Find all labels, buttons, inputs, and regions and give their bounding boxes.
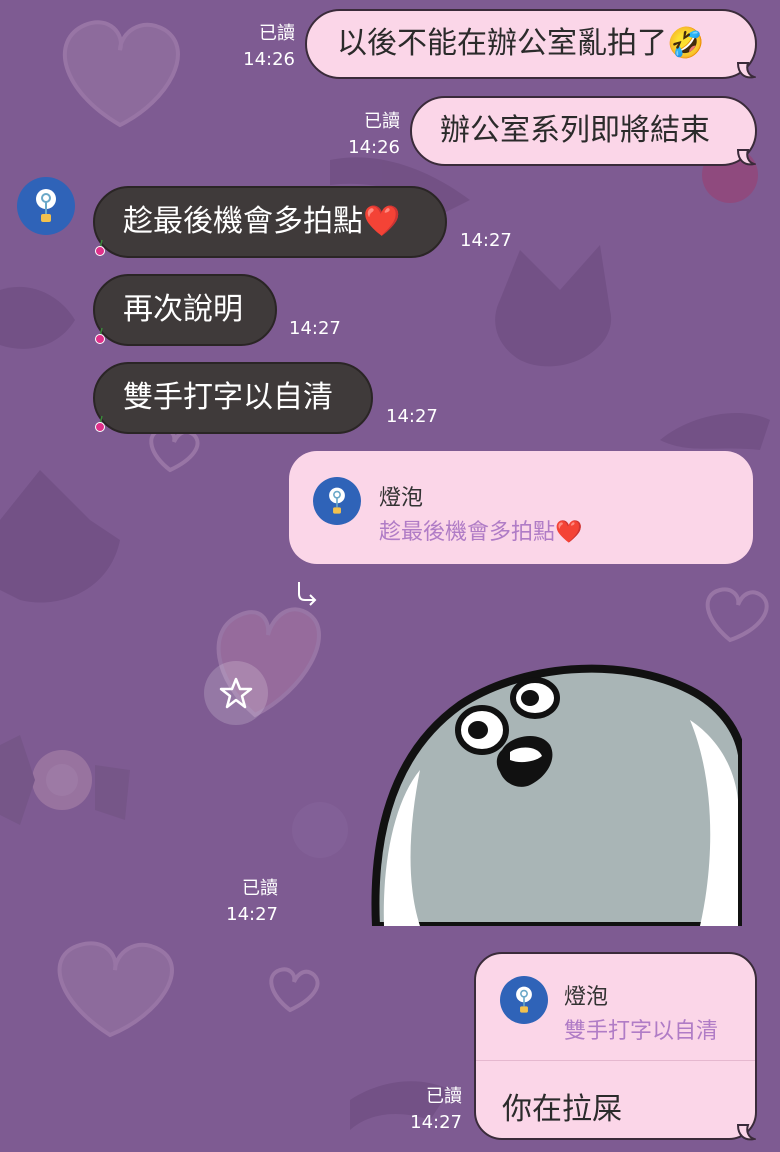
message-time: 14:27 (410, 1112, 462, 1133)
bubble-tail-icon (736, 62, 756, 79)
message-time: 14:27 (386, 406, 438, 427)
message-time: 14:27 (460, 230, 512, 251)
message-text: 雙手打字以自清 (123, 380, 333, 415)
message-time: 14:26 (348, 137, 400, 158)
message-text: 辦公室系列即將結束 (440, 113, 710, 148)
incoming-message-bubble[interactable]: 趁最後機會多拍點❤️ (93, 186, 447, 258)
reply-quote-card[interactable]: 燈泡 趁最後機會多拍點❤️ (289, 451, 753, 564)
incoming-message-bubble[interactable]: 再次說明 (93, 274, 277, 346)
read-receipt: 已讀 14:26 (215, 21, 295, 73)
lightbulb-icon (329, 487, 345, 514)
message-text: 你在拉屎 (502, 1092, 622, 1127)
read-receipt: 已讀 14:26 (320, 109, 400, 161)
cherry-icon (95, 415, 105, 432)
contact-avatar[interactable] (17, 177, 75, 235)
message-text: 再次說明 (123, 292, 243, 327)
quoted-sender: 燈泡 (379, 486, 424, 511)
message-time: 14:27 (289, 318, 341, 339)
message-text: 趁最後機會多拍點❤️ (123, 204, 401, 239)
quoted-sender: 燈泡 (564, 985, 609, 1010)
divider (476, 1060, 755, 1061)
quoted-avatar (313, 477, 361, 525)
bubble-tail-icon (736, 1124, 756, 1141)
quoted-text: 雙手打字以自清 (564, 1019, 719, 1044)
lightbulb-icon (36, 189, 56, 222)
message-text: 以後不能在辦公室亂拍了🤣 (337, 26, 705, 61)
star-icon (219, 677, 253, 709)
message-time: 14:26 (243, 49, 295, 70)
outgoing-message-bubble[interactable]: 辦公室系列即將結束 (410, 96, 757, 166)
favorite-button[interactable] (204, 661, 268, 725)
read-receipt: 已讀 14:27 (198, 876, 278, 928)
quoted-avatar (500, 976, 548, 1024)
reply-arrow-icon (298, 582, 317, 606)
message-time: 14:27 (226, 904, 278, 925)
cherry-icon (95, 239, 105, 256)
incoming-message-bubble[interactable]: 雙手打字以自清 (93, 362, 373, 434)
quoted-text: 趁最後機會多拍點❤️ (379, 520, 583, 545)
outgoing-message-bubble[interactable]: 以後不能在辦公室亂拍了🤣 (305, 9, 757, 79)
seal-sticker[interactable] (370, 660, 742, 926)
reply-message-card[interactable]: 燈泡 雙手打字以自清 你在拉屎 (474, 952, 757, 1140)
bubble-tail-icon (736, 149, 756, 166)
read-receipt: 已讀 14:27 (382, 1084, 462, 1136)
lightbulb-icon (516, 986, 532, 1013)
cherry-icon (95, 327, 105, 344)
